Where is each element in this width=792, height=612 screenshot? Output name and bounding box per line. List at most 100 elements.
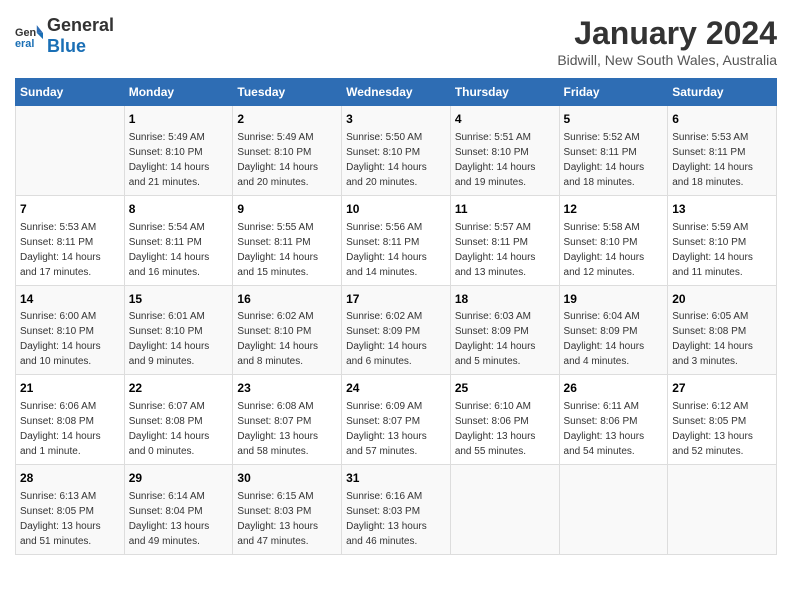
header-friday: Friday — [559, 79, 668, 106]
calendar-cell: 7 Sunrise: 5:53 AM Sunset: 8:11 PM Daylig… — [16, 195, 125, 285]
day-number: 13 — [672, 201, 772, 218]
calendar-cell: 3Sunrise: 5:50 AM Sunset: 8:10 PM Daylig… — [342, 106, 451, 196]
day-number: 20 — [672, 291, 772, 308]
day-number: 12 — [564, 201, 664, 218]
calendar-cell: 23 Sunrise: 6:08 AM Sunset: 8:07 PM Dayli… — [233, 375, 342, 465]
day-info: Sunrise: 6:06 AM Sunset: 8:08 PM Dayligh… — [20, 401, 101, 457]
day-number: 30 — [237, 470, 337, 487]
day-info: Sunrise: 6:12 AM Sunset: 8:05 PM Dayligh… — [672, 401, 753, 457]
day-info: Sunrise: 5:51 AM Sunset: 8:10 PM Dayligh… — [455, 132, 536, 188]
subtitle: Bidwill, New South Wales, Australia — [557, 52, 777, 68]
calendar-cell: 4 Sunrise: 5:51 AM Sunset: 8:10 PM Daylig… — [450, 106, 559, 196]
day-number: 27 — [672, 380, 772, 397]
day-number: 10 — [346, 201, 446, 218]
day-info: Sunrise: 6:00 AM Sunset: 8:10 PM Dayligh… — [20, 311, 101, 367]
day-number: 9 — [237, 201, 337, 218]
logo: Gen eral General Blue — [15, 15, 114, 57]
week-row-2: 7 Sunrise: 5:53 AM Sunset: 8:11 PM Daylig… — [16, 195, 777, 285]
calendar-cell: 25Sunrise: 6:10 AM Sunset: 8:06 PM Dayli… — [450, 375, 559, 465]
day-number: 21 — [20, 380, 120, 397]
day-info: Sunrise: 6:11 AM Sunset: 8:06 PM Dayligh… — [564, 401, 645, 457]
calendar-cell: 2Sunrise: 5:49 AM Sunset: 8:10 PM Daylig… — [233, 106, 342, 196]
day-info: Sunrise: 6:07 AM Sunset: 8:08 PM Dayligh… — [129, 401, 210, 457]
day-info: Sunrise: 6:02 AM Sunset: 8:10 PM Dayligh… — [237, 311, 318, 367]
day-number: 11 — [455, 201, 555, 218]
week-row-4: 21 Sunrise: 6:06 AM Sunset: 8:08 PM Dayli… — [16, 375, 777, 465]
calendar-cell: 30Sunrise: 6:15 AM Sunset: 8:03 PM Dayli… — [233, 465, 342, 555]
calendar-cell: 29Sunrise: 6:14 AM Sunset: 8:04 PM Dayli… — [124, 465, 233, 555]
day-number: 16 — [237, 291, 337, 308]
day-info: Sunrise: 5:59 AM Sunset: 8:10 PM Dayligh… — [672, 222, 753, 278]
calendar-cell — [450, 465, 559, 555]
calendar-table: SundayMondayTuesdayWednesdayThursdayFrid… — [15, 78, 777, 555]
calendar-cell: 15Sunrise: 6:01 AM Sunset: 8:10 PM Dayli… — [124, 285, 233, 375]
calendar-cell: 6Sunrise: 5:53 AM Sunset: 8:11 PM Daylig… — [668, 106, 777, 196]
day-number: 4 — [455, 111, 555, 128]
calendar-cell: 21 Sunrise: 6:06 AM Sunset: 8:08 PM Dayli… — [16, 375, 125, 465]
day-info: Sunrise: 5:58 AM Sunset: 8:10 PM Dayligh… — [564, 222, 645, 278]
day-info: Sunrise: 5:53 AM Sunset: 8:11 PM Dayligh… — [672, 132, 753, 188]
main-title: January 2024 — [557, 15, 777, 52]
week-row-1: 1 Sunrise: 5:49 AM Sunset: 8:10 PM Daylig… — [16, 106, 777, 196]
day-info: Sunrise: 5:54 AM Sunset: 8:11 PM Dayligh… — [129, 222, 210, 278]
header-thursday: Thursday — [450, 79, 559, 106]
week-row-3: 14 Sunrise: 6:00 AM Sunset: 8:10 PM Dayli… — [16, 285, 777, 375]
calendar-cell: 5Sunrise: 5:52 AM Sunset: 8:11 PM Daylig… — [559, 106, 668, 196]
header-row: SundayMondayTuesdayWednesdayThursdayFrid… — [16, 79, 777, 106]
day-info: Sunrise: 6:08 AM Sunset: 8:07 PM Dayligh… — [237, 401, 318, 457]
calendar-cell: 24 Sunrise: 6:09 AM Sunset: 8:07 PM Dayli… — [342, 375, 451, 465]
day-info: Sunrise: 6:02 AM Sunset: 8:09 PM Dayligh… — [346, 311, 427, 367]
day-number: 3 — [346, 111, 446, 128]
calendar-cell: 8Sunrise: 5:54 AM Sunset: 8:11 PM Daylig… — [124, 195, 233, 285]
logo-text-general: General — [47, 15, 114, 35]
header-monday: Monday — [124, 79, 233, 106]
day-info: Sunrise: 5:57 AM Sunset: 8:11 PM Dayligh… — [455, 222, 536, 278]
day-number: 14 — [20, 291, 120, 308]
day-info: Sunrise: 6:09 AM Sunset: 8:07 PM Dayligh… — [346, 401, 427, 457]
day-info: Sunrise: 6:10 AM Sunset: 8:06 PM Dayligh… — [455, 401, 536, 457]
day-number: 7 — [20, 201, 120, 218]
calendar-cell — [668, 465, 777, 555]
day-number: 24 — [346, 380, 446, 397]
calendar-cell: 22 Sunrise: 6:07 AM Sunset: 8:08 PM Dayli… — [124, 375, 233, 465]
calendar-cell: 26 Sunrise: 6:11 AM Sunset: 8:06 PM Dayli… — [559, 375, 668, 465]
header-sunday: Sunday — [16, 79, 125, 106]
page-header: Gen eral General Blue January 2024 Bidwi… — [15, 15, 777, 68]
day-info: Sunrise: 6:04 AM Sunset: 8:09 PM Dayligh… — [564, 311, 645, 367]
calendar-cell: 12 Sunrise: 5:58 AM Sunset: 8:10 PM Dayli… — [559, 195, 668, 285]
calendar-cell: 18Sunrise: 6:03 AM Sunset: 8:09 PM Dayli… — [450, 285, 559, 375]
day-info: Sunrise: 5:49 AM Sunset: 8:10 PM Dayligh… — [237, 132, 318, 188]
day-info: Sunrise: 6:14 AM Sunset: 8:04 PM Dayligh… — [129, 491, 210, 547]
logo-icon: Gen eral — [15, 22, 43, 50]
calendar-cell — [16, 106, 125, 196]
header-tuesday: Tuesday — [233, 79, 342, 106]
day-number: 18 — [455, 291, 555, 308]
day-number: 31 — [346, 470, 446, 487]
day-info: Sunrise: 5:55 AM Sunset: 8:11 PM Dayligh… — [237, 222, 318, 278]
day-number: 22 — [129, 380, 229, 397]
title-area: January 2024 Bidwill, New South Wales, A… — [557, 15, 777, 68]
calendar-cell — [559, 465, 668, 555]
day-number: 15 — [129, 291, 229, 308]
calendar-cell: 28Sunrise: 6:13 AM Sunset: 8:05 PM Dayli… — [16, 465, 125, 555]
calendar-cell: 14 Sunrise: 6:00 AM Sunset: 8:10 PM Dayli… — [16, 285, 125, 375]
day-info: Sunrise: 6:05 AM Sunset: 8:08 PM Dayligh… — [672, 311, 753, 367]
day-number: 26 — [564, 380, 664, 397]
calendar-cell: 9 Sunrise: 5:55 AM Sunset: 8:11 PM Daylig… — [233, 195, 342, 285]
day-number: 19 — [564, 291, 664, 308]
day-number: 28 — [20, 470, 120, 487]
day-number: 17 — [346, 291, 446, 308]
day-info: Sunrise: 5:53 AM Sunset: 8:11 PM Dayligh… — [20, 222, 101, 278]
calendar-cell: 13 Sunrise: 5:59 AM Sunset: 8:10 PM Dayli… — [668, 195, 777, 285]
week-row-5: 28Sunrise: 6:13 AM Sunset: 8:05 PM Dayli… — [16, 465, 777, 555]
calendar-cell: 20 Sunrise: 6:05 AM Sunset: 8:08 PM Dayli… — [668, 285, 777, 375]
calendar-cell: 16 Sunrise: 6:02 AM Sunset: 8:10 PM Dayli… — [233, 285, 342, 375]
day-info: Sunrise: 6:16 AM Sunset: 8:03 PM Dayligh… — [346, 491, 427, 547]
calendar-cell: 1Sunrise: 5:49 AM Sunset: 8:10 PM Daylig… — [124, 106, 233, 196]
day-number: 1 — [129, 111, 229, 128]
calendar-cell: 19 Sunrise: 6:04 AM Sunset: 8:09 PM Dayli… — [559, 285, 668, 375]
day-number: 23 — [237, 380, 337, 397]
calendar-cell: 10Sunrise: 5:56 AM Sunset: 8:11 PM Dayli… — [342, 195, 451, 285]
svg-text:eral: eral — [15, 38, 34, 50]
day-info: Sunrise: 5:52 AM Sunset: 8:11 PM Dayligh… — [564, 132, 645, 188]
